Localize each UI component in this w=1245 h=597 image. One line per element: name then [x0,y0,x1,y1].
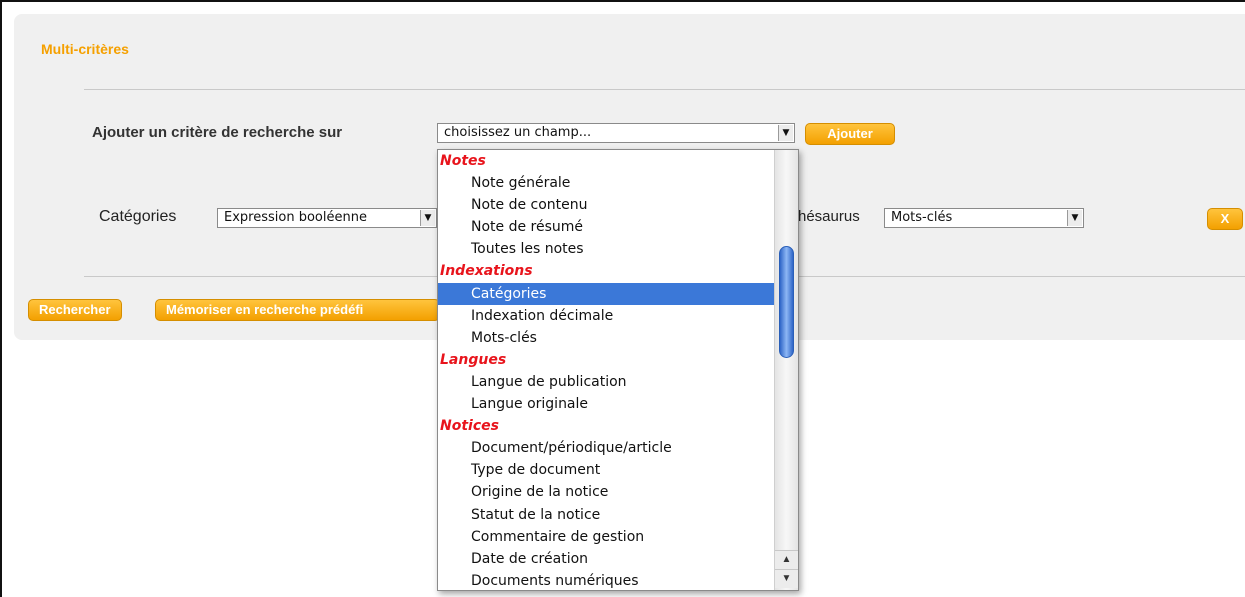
add-criterion-label: Ajouter un critère de recherche sur [92,124,343,141]
option-type-de-document[interactable]: Type de document [438,459,774,481]
option-indexation-decimale[interactable]: Indexation décimale [438,305,774,327]
option-note-de-resume[interactable]: Note de résumé [438,216,774,238]
option-langue-originale[interactable]: Langue originale [438,393,774,415]
triangle-down-icon[interactable]: ▼ [775,569,798,588]
chevron-down-icon: ▼ [778,125,793,141]
option-statut-de-la-notice[interactable]: Statut de la notice [438,504,774,526]
field-dropdown-list[interactable]: Notes Note générale Note de contenu Note… [437,149,799,591]
panel-title: Multi-critères [41,41,129,57]
option-categories[interactable]: Catégories [438,282,774,305]
option-note-de-contenu[interactable]: Note de contenu [438,194,774,216]
criterion-label: Catégories [99,208,177,225]
search-button[interactable]: Rechercher [28,299,122,321]
triangle-up-icon[interactable]: ▲ [775,550,798,569]
scrollbar-thumb[interactable] [779,246,794,358]
operator-select-value: Expression booléenne [224,210,367,225]
divider-top [84,89,1245,90]
window-border-top [0,0,1245,2]
option-date-de-creation[interactable]: Date de création [438,548,774,570]
dropdown-options: Notes Note générale Note de contenu Note… [438,150,774,590]
option-commentaire-de-gestion[interactable]: Commentaire de gestion [438,526,774,548]
remove-criterion-button[interactable]: X [1207,208,1243,230]
field-select[interactable]: choisissez un champ... ▼ [437,123,795,143]
add-criterion-button[interactable]: Ajouter [805,123,895,145]
option-origine-de-la-notice[interactable]: Origine de la notice [438,481,774,503]
dropdown-scrollbar[interactable]: ▲ ▼ [774,150,798,590]
group-label-notices: Notices [440,418,499,435]
field-select-value: choisissez un champ... [444,125,592,140]
group-label-indexations: Indexations [440,263,533,280]
operator-select[interactable]: Expression booléenne ▼ [217,208,437,228]
option-toutes-les-notes[interactable]: Toutes les notes [438,238,774,260]
chevron-down-icon: ▼ [420,210,435,226]
thesaurus-select[interactable]: Mots-clés ▼ [884,208,1084,228]
window-border-left [0,0,2,597]
memorize-search-button[interactable]: Mémoriser en recherche prédéfi [155,299,440,321]
thesaurus-label: hésaurus [798,208,860,225]
option-langue-de-publication[interactable]: Langue de publication [438,371,774,393]
option-note-generale[interactable]: Note générale [438,172,774,194]
thesaurus-select-value: Mots-clés [891,210,953,225]
chevron-down-icon: ▼ [1067,210,1082,226]
option-mots-cles[interactable]: Mots-clés [438,327,774,349]
option-documents-numeriques[interactable]: Documents numériques [438,570,774,590]
option-document-periodique-article[interactable]: Document/périodique/article [438,437,774,459]
group-label-notes: Notes [440,153,486,169]
group-label-langues: Langues [440,351,507,368]
